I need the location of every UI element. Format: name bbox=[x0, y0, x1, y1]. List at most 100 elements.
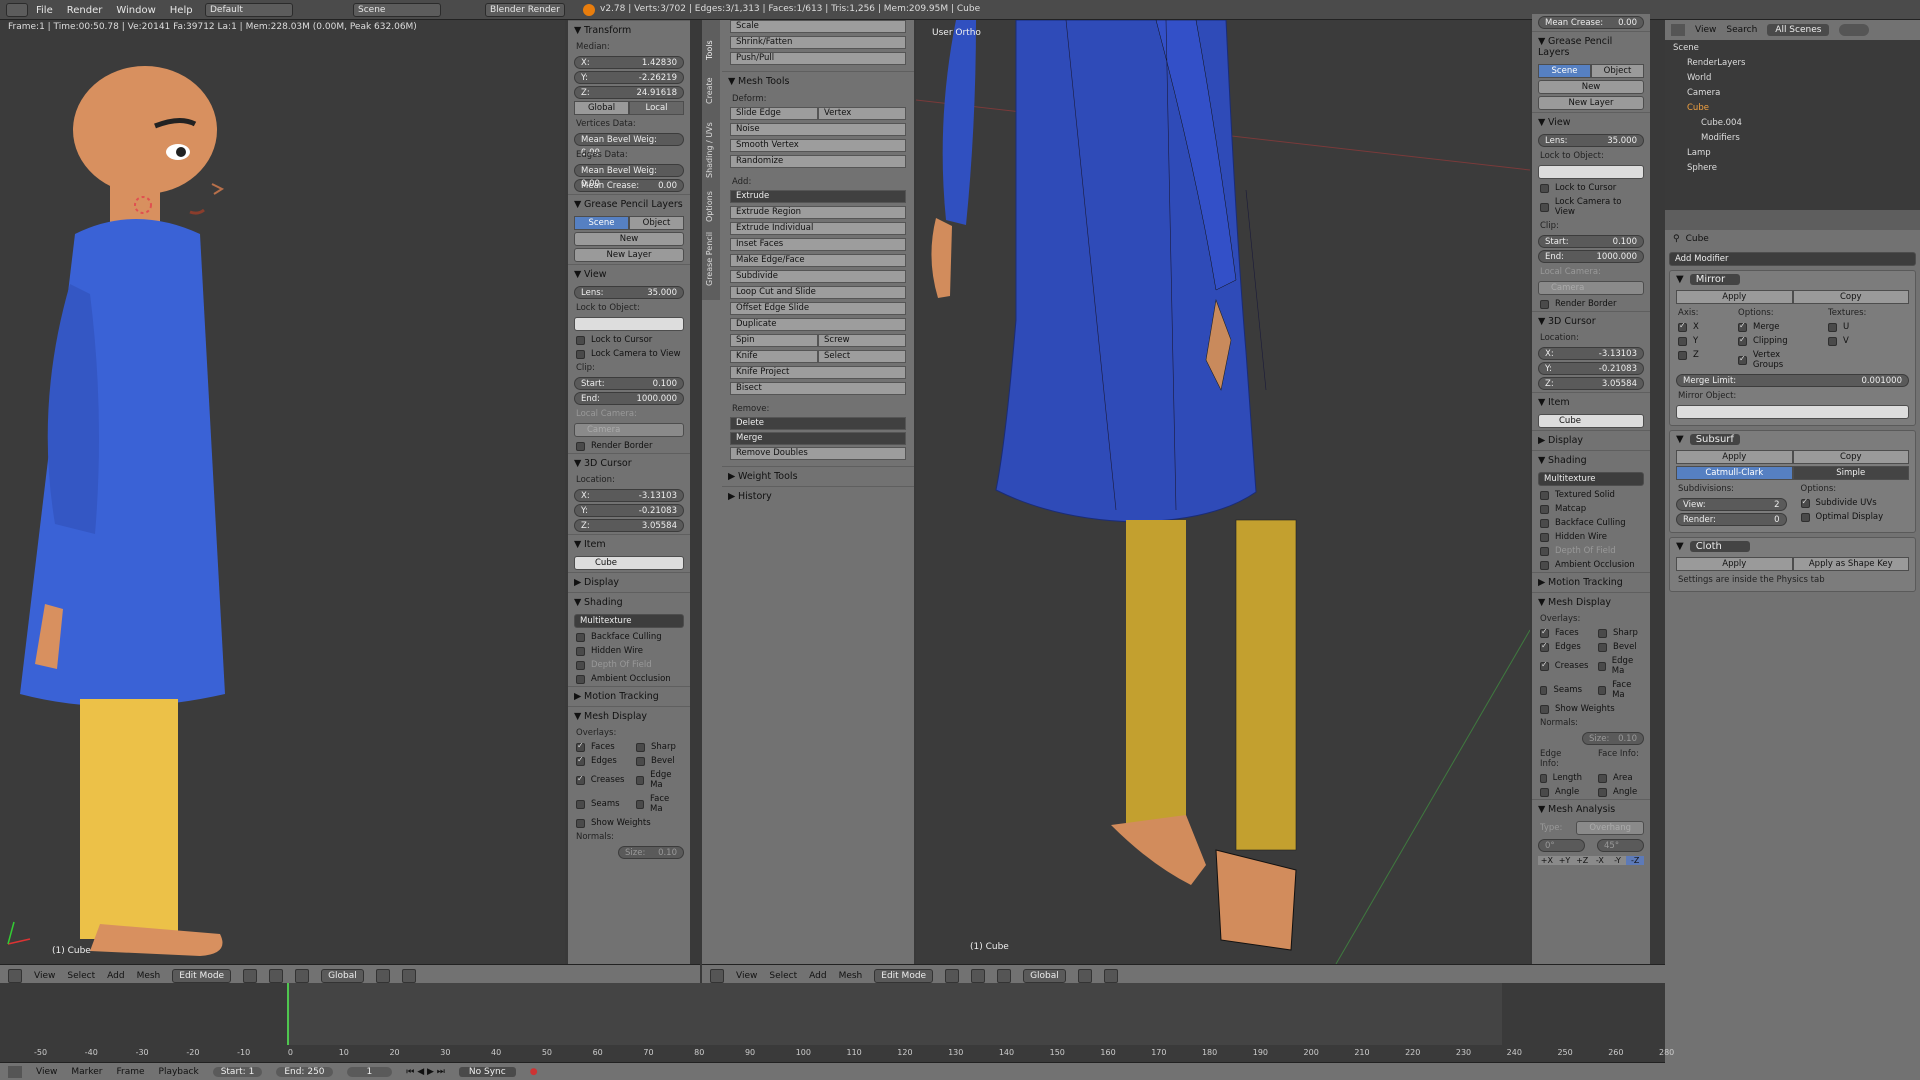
sync-dropdown[interactable]: No Sync bbox=[458, 1066, 516, 1077]
gp-scene-right[interactable]: Scene bbox=[1538, 64, 1591, 78]
subsurf-name-field[interactable]: Subsurf bbox=[1689, 434, 1740, 445]
outliner-view-menu[interactable]: View bbox=[1695, 25, 1716, 35]
select-mode-icon-right[interactable] bbox=[1077, 968, 1092, 983]
tree-item-sphere[interactable]: Sphere bbox=[1665, 160, 1920, 175]
view-header[interactable]: ▼ View bbox=[568, 264, 690, 284]
tree-item-lamp[interactable]: Lamp bbox=[1665, 145, 1920, 160]
shading-icon-right[interactable] bbox=[945, 968, 960, 983]
backface-right[interactable]: Backface Culling bbox=[1532, 516, 1650, 530]
dof-right[interactable]: Depth Of Field bbox=[1532, 544, 1650, 558]
remove-doubles-button[interactable]: Remove Doubles bbox=[730, 447, 906, 460]
merge-limit-field[interactable]: Merge Limit: 0.001000 bbox=[1676, 374, 1909, 387]
normals-size-right[interactable]: Size: 0.10 bbox=[1582, 732, 1644, 745]
overhang-dropdown[interactable]: Overhang bbox=[1576, 821, 1644, 835]
collapse-icon[interactable]: ▼ bbox=[1676, 541, 1684, 552]
timeline-editor-icon[interactable] bbox=[8, 1065, 22, 1078]
menu-file[interactable]: File bbox=[36, 5, 53, 16]
header-select-menu[interactable]: Select bbox=[67, 971, 95, 981]
lock-cursor-right[interactable]: Lock to Cursor bbox=[1532, 181, 1650, 195]
pin-icon[interactable]: ⚲ bbox=[1673, 234, 1680, 244]
editor-type-icon[interactable] bbox=[6, 3, 28, 17]
lens-right[interactable]: Lens: 35.000 bbox=[1538, 134, 1644, 147]
mirror-y-check[interactable]: Y bbox=[1670, 334, 1730, 348]
clip-start-right[interactable]: Start: 0.100 bbox=[1538, 235, 1644, 248]
mode-dropdown-right[interactable]: Edit Mode bbox=[874, 968, 934, 983]
tree-item-modifiers[interactable]: Modifiers bbox=[1665, 130, 1920, 145]
cloth-name-field[interactable]: Cloth bbox=[1689, 541, 1750, 552]
clip-start[interactable]: Start: 0.100 bbox=[574, 377, 684, 390]
lock-camera-right[interactable]: Lock Camera to View bbox=[1532, 195, 1650, 219]
scenes-dropdown[interactable]: All Scenes bbox=[1767, 24, 1830, 36]
hidden-wire-right[interactable]: Hidden Wire bbox=[1532, 530, 1650, 544]
cursor-y[interactable]: Y: -0.21083 bbox=[574, 504, 684, 517]
gp-new-right[interactable]: New bbox=[1538, 80, 1644, 94]
record-icon[interactable]: ● bbox=[530, 1067, 538, 1077]
camera-field-right[interactable]: Camera bbox=[1538, 281, 1644, 295]
scale-button[interactable]: Scale bbox=[730, 20, 906, 33]
axis-px[interactable]: +X bbox=[1538, 856, 1556, 865]
display-header[interactable]: ▶ Display bbox=[568, 572, 690, 592]
faces-right[interactable]: Faces bbox=[1532, 626, 1590, 640]
make-edge-face-button[interactable]: Make Edge/Face bbox=[730, 254, 906, 267]
editor-type-icon[interactable] bbox=[8, 968, 22, 983]
mesh-analysis-header[interactable]: ▼ Mesh Analysis bbox=[1532, 799, 1650, 819]
show-weights-check[interactable]: Show Weights bbox=[568, 816, 690, 830]
lock-cursor-check[interactable]: Lock to Cursor bbox=[568, 333, 690, 347]
bevel-right[interactable]: Bevel bbox=[1590, 640, 1645, 654]
texture-u-check[interactable]: U bbox=[1820, 320, 1874, 334]
slide-vertex-button[interactable]: Vertex bbox=[818, 107, 906, 120]
shading-header[interactable]: ▼ Shading bbox=[568, 592, 690, 612]
ao-right[interactable]: Ambient Occlusion bbox=[1532, 558, 1650, 572]
timeline-playback-menu[interactable]: Playback bbox=[159, 1067, 199, 1077]
mirror-apply-button[interactable]: Apply bbox=[1676, 290, 1793, 304]
show-weights-right[interactable]: Show Weights bbox=[1532, 702, 1650, 716]
texture-v-check[interactable]: V bbox=[1820, 334, 1874, 348]
gp-header-right[interactable]: ▼ Grease Pencil Layers bbox=[1532, 31, 1650, 62]
motion-tracking-header[interactable]: ▶ Motion Tracking bbox=[568, 686, 690, 706]
smooth-vertex-button[interactable]: Smooth Vertex bbox=[730, 139, 906, 152]
header-add-menu[interactable]: Add bbox=[107, 971, 124, 981]
mirror-name-field[interactable]: Mirror bbox=[1689, 274, 1740, 285]
gp-new-layer-right[interactable]: New Layer bbox=[1538, 96, 1644, 110]
properties-tabs[interactable] bbox=[1665, 210, 1920, 230]
cursor-x-right[interactable]: X: -3.13103 bbox=[1538, 347, 1644, 360]
mean-crease[interactable]: Mean Crease: 0.00 bbox=[574, 179, 684, 192]
collapse-icon[interactable]: ▼ bbox=[1676, 274, 1684, 285]
multitexture-right[interactable]: Multitexture bbox=[1538, 472, 1644, 486]
subsurf-copy-button[interactable]: Copy bbox=[1792, 450, 1909, 464]
normals-size[interactable]: Size: 0.10 bbox=[618, 846, 684, 859]
lock-object-field[interactable] bbox=[574, 317, 684, 331]
select-mode-icon[interactable] bbox=[375, 968, 390, 983]
header-view-menu[interactable]: View bbox=[34, 971, 55, 981]
outliner-editor-icon[interactable] bbox=[1671, 24, 1685, 36]
engine-selector[interactable]: Blender Render bbox=[485, 3, 565, 17]
weight-tools-header[interactable]: ▶ Weight Tools bbox=[722, 466, 914, 486]
gp-new-layer-button[interactable]: New Layer bbox=[574, 248, 684, 262]
creases-check[interactable]: Creases bbox=[568, 768, 628, 792]
overhang-max[interactable]: 45° bbox=[1597, 839, 1644, 852]
layout-selector[interactable]: Default bbox=[205, 3, 293, 17]
mode-dropdown[interactable]: Edit Mode bbox=[172, 968, 232, 983]
lock-camera-check[interactable]: Lock Camera to View bbox=[568, 347, 690, 361]
scene-selector[interactable]: Scene bbox=[353, 3, 441, 17]
left-viewport[interactable]: (1) Cube bbox=[0, 34, 565, 964]
tab-options[interactable]: Options bbox=[705, 182, 714, 222]
history-header[interactable]: ▶ History bbox=[722, 486, 914, 506]
edges-check[interactable]: Edges bbox=[568, 754, 628, 768]
item-name-field[interactable]: Cube bbox=[574, 556, 684, 570]
end-frame-field[interactable]: End: 250 bbox=[276, 1066, 333, 1077]
lock-object-field-right[interactable] bbox=[1538, 165, 1644, 179]
mirror-z-check[interactable]: Z bbox=[1670, 348, 1730, 362]
mirror-x-check[interactable]: X bbox=[1670, 320, 1730, 334]
edge-marks-check[interactable]: Edge Ma bbox=[628, 768, 690, 792]
global-button[interactable]: Global bbox=[574, 101, 629, 115]
seams-right[interactable]: Seams bbox=[1532, 678, 1590, 702]
merge-dropdown[interactable]: Merge bbox=[730, 432, 906, 445]
gp-scene-button[interactable]: Scene bbox=[574, 216, 629, 230]
edge-bevel-weight[interactable]: Mean Bevel Weig: 0.00 bbox=[574, 164, 684, 189]
render-border-check[interactable]: Render Border bbox=[568, 439, 690, 453]
multitexture-dropdown[interactable]: Multitexture bbox=[574, 614, 684, 628]
shrink-fatten-button[interactable]: Shrink/Fatten bbox=[730, 36, 906, 49]
subdivide-uvs-check[interactable]: Subdivide UVs bbox=[1793, 496, 1916, 510]
catmull-clark-button[interactable]: Catmull-Clark bbox=[1676, 466, 1793, 480]
